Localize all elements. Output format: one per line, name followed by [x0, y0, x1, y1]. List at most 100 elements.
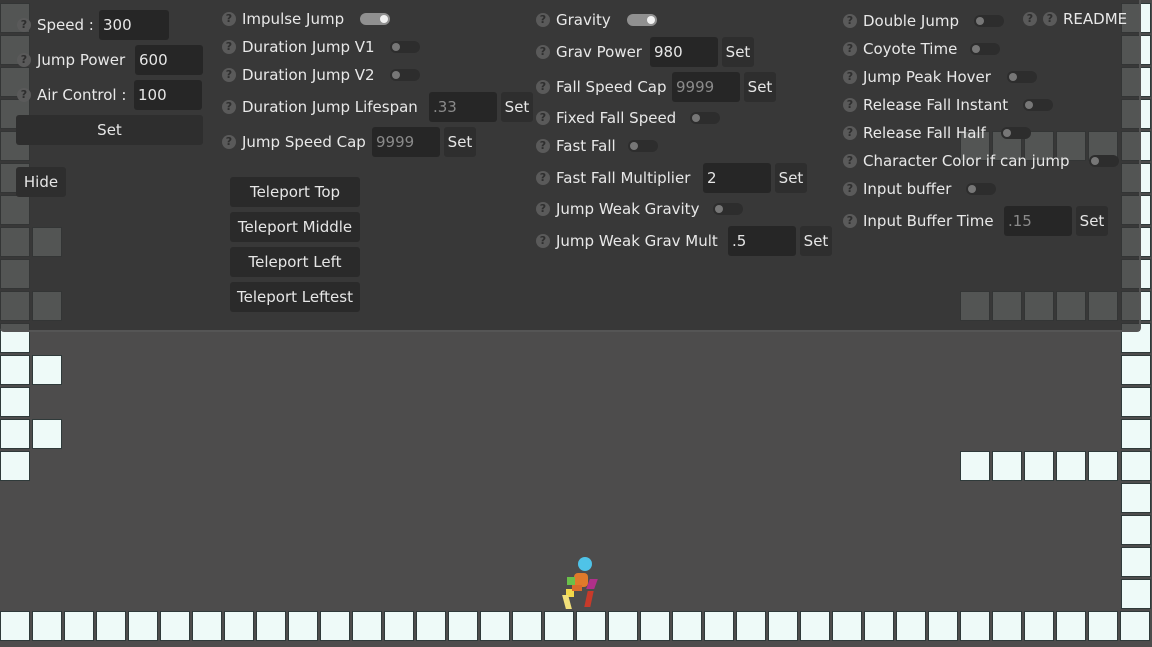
readme-label[interactable]: README: [1063, 9, 1127, 29]
set-button[interactable]: Set: [16, 115, 203, 145]
input-buffer-time-set-button[interactable]: Set: [1076, 206, 1108, 236]
help-icon[interactable]: ?: [222, 100, 236, 114]
help-icon[interactable]: ?: [536, 234, 550, 248]
floor-tile: [992, 451, 1022, 481]
release-fall-instant-label: Release Fall Instant: [863, 96, 1009, 114]
floor-tile: [32, 611, 62, 641]
duration-jump-lifespan-set-button[interactable]: Set: [501, 92, 533, 122]
floor-tile: [768, 611, 798, 641]
floor-tile: [0, 419, 30, 449]
jump-weak-grav-mult-label: Jump Weak Grav Mult: [556, 232, 718, 250]
fixed-fall-speed-toggle[interactable]: [690, 112, 720, 124]
input-buffer-time-input[interactable]: .15: [1004, 206, 1072, 236]
floor-tile: [1121, 355, 1151, 385]
floor-tile: [992, 611, 1022, 641]
teleport-top-button[interactable]: Teleport Top: [230, 177, 360, 207]
help-icon[interactable]: ?: [536, 202, 550, 216]
help-icon[interactable]: ?: [843, 14, 857, 28]
floor-tile: [512, 611, 542, 641]
help-icon[interactable]: ?: [222, 12, 236, 26]
grav-power-input[interactable]: 980: [650, 37, 718, 67]
speed-input[interactable]: 300: [99, 10, 169, 40]
help-icon[interactable]: ?: [1023, 12, 1037, 26]
help-icon[interactable]: ?: [17, 53, 31, 67]
help-icon[interactable]: ?: [536, 80, 550, 94]
floor-tile: [896, 611, 926, 641]
fall-speed-cap-input[interactable]: 9999: [672, 72, 740, 102]
impulse-jump-toggle[interactable]: [360, 13, 390, 25]
floor-tile: [640, 611, 670, 641]
duration-jump-lifespan-input[interactable]: .33: [429, 92, 497, 122]
help-icon[interactable]: ?: [843, 126, 857, 140]
double-jump-toggle[interactable]: [974, 15, 1004, 27]
fall-speed-cap-label: Fall Speed Cap: [556, 78, 667, 96]
character-color-toggle[interactable]: [1089, 155, 1119, 167]
floor-tile: [320, 611, 350, 641]
fast-fall-multiplier-input[interactable]: 2: [703, 163, 771, 193]
floor-tile: [288, 611, 318, 641]
help-icon[interactable]: ?: [536, 139, 550, 153]
floor-tile: [864, 611, 894, 641]
help-icon[interactable]: ?: [536, 171, 550, 185]
floor-tile: [608, 611, 638, 641]
help-icon[interactable]: ?: [536, 13, 550, 27]
duration-jump-v2-toggle[interactable]: [390, 69, 420, 81]
jump-weak-grav-mult-input[interactable]: .5: [728, 226, 796, 256]
hide-button[interactable]: Hide: [16, 167, 66, 197]
help-icon[interactable]: ?: [17, 18, 31, 32]
speed-label: Speed :: [37, 16, 94, 34]
input-buffer-toggle[interactable]: [966, 183, 996, 195]
help-icon[interactable]: ?: [222, 68, 236, 82]
floor-tile: [672, 611, 702, 641]
help-icon[interactable]: ?: [843, 42, 857, 56]
jump-peak-hover-toggle[interactable]: [1007, 71, 1037, 83]
fixed-fall-speed-label: Fixed Fall Speed: [556, 109, 677, 127]
help-icon[interactable]: ?: [1043, 12, 1057, 26]
grav-power-set-button[interactable]: Set: [722, 37, 754, 67]
help-icon[interactable]: ?: [843, 70, 857, 84]
fall-speed-cap-set-button[interactable]: Set: [744, 72, 776, 102]
floor-tile: [1056, 451, 1086, 481]
fast-fall-multiplier-set-button[interactable]: Set: [775, 163, 807, 193]
release-fall-half-toggle[interactable]: [1001, 127, 1031, 139]
floor-tile: [0, 611, 30, 641]
jump-power-input[interactable]: 600: [135, 45, 203, 75]
help-icon[interactable]: ?: [536, 111, 550, 125]
help-icon[interactable]: ?: [222, 135, 236, 149]
jump-speed-cap-input[interactable]: 9999: [372, 127, 440, 157]
duration-jump-v1-toggle[interactable]: [390, 41, 420, 53]
help-icon[interactable]: ?: [843, 154, 857, 168]
floor-tile: [32, 355, 62, 385]
jump-weak-grav-mult-set-button[interactable]: Set: [800, 226, 832, 256]
floor-tile: [928, 611, 958, 641]
floor-tile: [0, 387, 30, 417]
input-buffer-time-label: Input Buffer Time: [863, 212, 994, 230]
help-icon[interactable]: ?: [17, 88, 31, 102]
gravity-label: Gravity: [556, 11, 611, 29]
floor-tile: [160, 611, 190, 641]
fast-fall-toggle[interactable]: [628, 140, 658, 152]
jump-speed-cap-set-button[interactable]: Set: [444, 127, 476, 157]
teleport-leftest-button[interactable]: Teleport Leftest: [230, 282, 360, 312]
floor-tile: [384, 611, 414, 641]
coyote-time-toggle[interactable]: [970, 43, 1000, 55]
floor-tile: [1121, 483, 1151, 513]
gravity-toggle[interactable]: [627, 14, 657, 26]
teleport-left-button[interactable]: Teleport Left: [230, 247, 360, 277]
floor-tile: [960, 611, 990, 641]
floor-tile: [128, 611, 158, 641]
help-icon[interactable]: ?: [536, 45, 550, 59]
jump-speed-cap-label: Jump Speed Cap: [242, 133, 366, 151]
help-icon[interactable]: ?: [843, 214, 857, 228]
help-icon[interactable]: ?: [843, 98, 857, 112]
duration-jump-v1-label: Duration Jump V1: [242, 38, 375, 56]
floor-tile: [96, 611, 126, 641]
floor-tile: [1088, 451, 1118, 481]
floor-tile: [448, 611, 478, 641]
teleport-middle-button[interactable]: Teleport Middle: [230, 212, 360, 242]
help-icon[interactable]: ?: [222, 40, 236, 54]
jump-weak-gravity-toggle[interactable]: [713, 203, 743, 215]
release-fall-instant-toggle[interactable]: [1023, 99, 1053, 111]
help-icon[interactable]: ?: [843, 182, 857, 196]
air-control-input[interactable]: 100: [134, 80, 202, 110]
